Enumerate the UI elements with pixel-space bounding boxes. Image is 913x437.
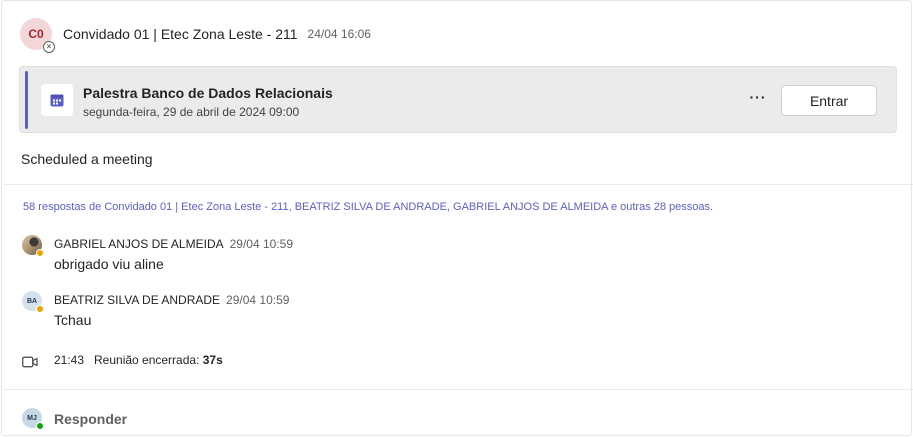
reply-author[interactable]: BEATRIZ SILVA DE ANDRADE xyxy=(54,293,220,307)
reply-author-line: BEATRIZ SILVA DE ANDRADE 29/04 10:59 xyxy=(54,293,289,307)
post-header: C0 × Convidado 01 | Etec Zona Leste - 21… xyxy=(20,18,371,53)
divider xyxy=(3,389,913,390)
current-user-initials: MJ xyxy=(27,414,37,422)
join-button[interactable]: Entrar xyxy=(781,85,877,116)
replies-summary-link[interactable]: 58 respostas de Convidado 01 | Etec Zona… xyxy=(23,201,713,213)
author-avatar[interactable]: C0 × xyxy=(20,18,55,53)
more-options-button[interactable]: ··· xyxy=(747,89,769,109)
away-status-icon xyxy=(36,249,44,257)
meeting-ended-label: Reunião encerrada: xyxy=(94,353,200,367)
current-user-avatar: MJ xyxy=(22,408,44,430)
meeting-ended-time: 21:43 xyxy=(54,353,85,367)
reply-author-line: GABRIEL ANJOS DE ALMEIDA 29/04 10:59 xyxy=(54,237,293,251)
available-status-icon xyxy=(36,422,44,430)
meeting-ended-text: Reunião encerrada: 37s xyxy=(94,353,223,367)
away-status-icon xyxy=(36,305,44,313)
guest-badge-icon: × xyxy=(43,41,55,53)
meeting-card[interactable]: Palestra Banco de Dados Relacionais segu… xyxy=(19,66,897,133)
reply-avatar[interactable]: BA xyxy=(22,291,44,313)
reply-author[interactable]: GABRIEL ANJOS DE ALMEIDA xyxy=(54,237,224,251)
reply-text: Tchau xyxy=(54,312,92,328)
scheduled-message: Scheduled a meeting xyxy=(21,151,153,167)
reply-button[interactable]: Responder xyxy=(54,411,127,427)
calendar-icon xyxy=(41,84,73,116)
reply-text: obrigado viu aline xyxy=(54,256,164,272)
reply-time: 29/04 10:59 xyxy=(229,237,294,251)
meeting-date: segunda-feira, 29 de abril de 2024 09:00 xyxy=(83,105,300,119)
post-author[interactable]: Convidado 01 | Etec Zona Leste - 211 xyxy=(63,26,298,42)
author-avatar-initials: C0 xyxy=(28,27,44,41)
conversation-card: C0 × Convidado 01 | Etec Zona Leste - 21… xyxy=(1,0,913,436)
reply-time: 29/04 10:59 xyxy=(226,293,290,307)
divider xyxy=(3,184,913,185)
meeting-duration: 37s xyxy=(202,353,223,367)
reply-avatar-initials: BA xyxy=(26,297,38,305)
meeting-accent-bar xyxy=(25,71,28,129)
post-timestamp: 24/04 16:06 xyxy=(307,27,371,41)
video-camera-icon xyxy=(22,355,38,373)
meeting-title[interactable]: Palestra Banco de Dados Relacionais xyxy=(83,85,333,101)
reply-avatar[interactable] xyxy=(22,235,44,257)
